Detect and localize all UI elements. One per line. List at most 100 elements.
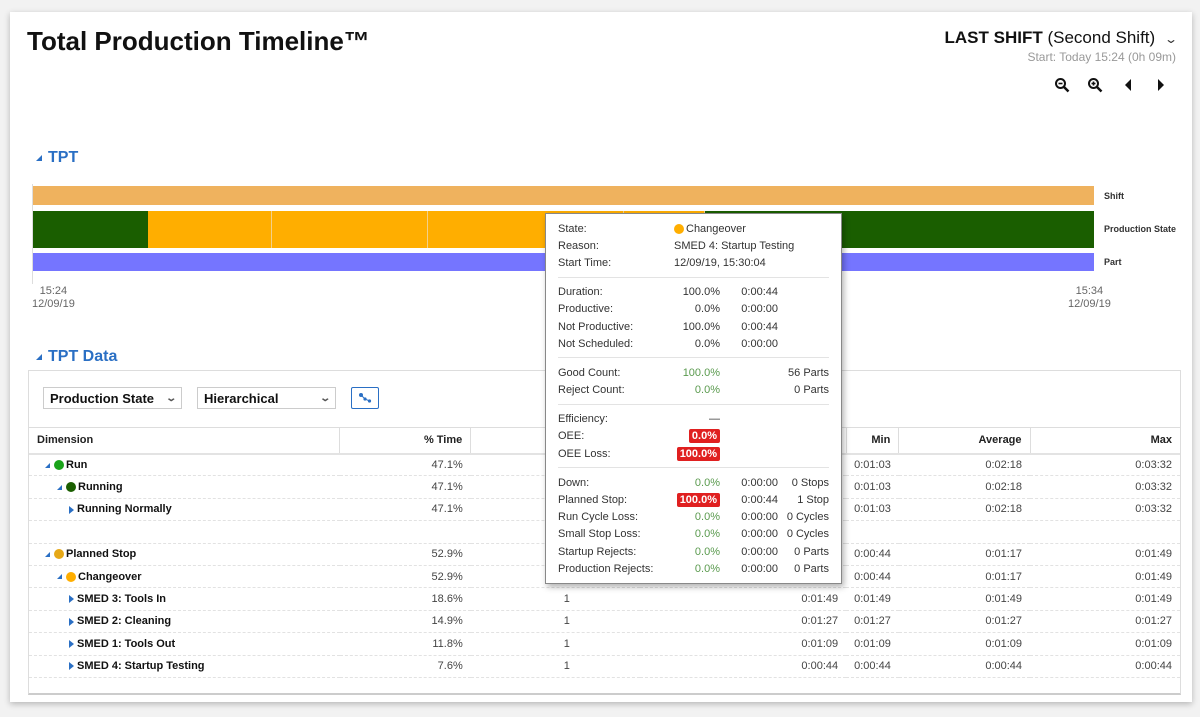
timeline-segment-changeover[interactable] (147, 211, 272, 248)
tooltip-row-percent: 0.0% (694, 384, 720, 397)
max-cell: 0:01:49 (1030, 587, 1180, 611)
tooltip-row-label: Small Stop Loss: (558, 528, 641, 541)
dimension-cell: SMED 3: Tools In (29, 587, 340, 611)
tooltip-row-time: 0:00:44 (741, 494, 778, 507)
chevron-down-icon: ⌄ (318, 392, 331, 404)
pct-time-cell: 52.9% (339, 565, 471, 589)
page-title: Total Production Timeline™ (27, 26, 370, 56)
tooltip-reason-label: Reason: (558, 239, 599, 252)
shift-track-bar[interactable] (33, 186, 1094, 205)
tooltip-start-value: 12/09/19, 15:30:04 (674, 256, 766, 269)
average-cell: 0:01:09 (898, 632, 1031, 656)
column-header-pct-time[interactable]: % Time (339, 427, 472, 455)
table-row[interactable]: SMED 1: Tools Out 11.8% 1 0:01:09 0:01:09 0:0… (29, 632, 1180, 656)
table-row[interactable]: SMED 2: Cleaning 14.9% 1 0:01:27 0:01:27 0:01… (29, 610, 1180, 634)
red-badge: 0.0% (688, 429, 720, 444)
changeover-status-dot-icon (674, 223, 684, 234)
tooltip-row: Not Productive: 100.0% 0:00:44 (558, 318, 829, 335)
tooltip-row: Good Count: 100.0% 56 Parts (558, 364, 829, 381)
end-time-label: 15:34 (1075, 285, 1104, 297)
min-cell: 0:00:44 (846, 543, 899, 566)
tooltip-row-value: 0.0% (662, 429, 720, 444)
expand-triangle-icon[interactable] (57, 484, 62, 490)
pct-time-cell: 18.6% (339, 587, 471, 611)
tooltip-row-percent: 100.0% (682, 286, 720, 299)
column-header-min[interactable]: Min (846, 427, 900, 455)
dimension-select-value: Production State (50, 390, 155, 406)
timeline-segment-running[interactable] (33, 211, 148, 248)
tooltip-row: Run Cycle Loss: 0.0% 0:00:00 0 Cycles (558, 509, 829, 526)
tooltip-row-value: — (709, 413, 720, 426)
pct-time-cell: 11.8% (339, 632, 471, 656)
collapsed-triangle-icon[interactable] (69, 505, 74, 514)
tooltip-row-percent: 100.0% (662, 493, 720, 508)
tooltip-row-label: Production Rejects: (558, 562, 654, 575)
end-date-label: 12/09/19 (1068, 298, 1111, 310)
tooltip-efficiency-section: Efficiency: — OEE: 0.0% OEE Loss: 100.0% (558, 405, 829, 469)
timeline-end-tick: 15:34 12/09/19 (1068, 285, 1111, 311)
tooltip-row-label: Duration: (558, 286, 603, 299)
tpt-data-section-header[interactable]: TPT Data (36, 348, 117, 366)
status-dot-icon (54, 460, 64, 471)
expand-triangle-icon[interactable] (45, 551, 50, 557)
tooltip-row-percent: 100.0% (682, 366, 720, 379)
dimension-name: Planned Stop (66, 548, 137, 561)
table-row[interactable]: SMED 4: Startup Testing 7.6% 1 0:00:44 0:00:… (29, 655, 1180, 678)
tooltip-row: Production Rejects: 0.0% 0:00:00 0 Parts (558, 560, 829, 577)
dimension-name: SMED 3: Tools In (77, 593, 167, 606)
tooltip-row-label: Good Count: (558, 366, 621, 379)
column-header-max[interactable]: Max (1030, 427, 1180, 455)
collapsed-triangle-icon[interactable] (69, 595, 74, 604)
max-cell: 0:01:49 (1030, 543, 1180, 566)
table-cell (846, 520, 899, 544)
dimension-name: SMED 2: Cleaning (77, 615, 172, 628)
triangle-left-icon (1125, 79, 1131, 91)
mode-select[interactable]: Hierarchical ⌄ (197, 387, 336, 409)
tooltip-row-label: Planned Stop: (558, 494, 628, 507)
expand-triangle-icon[interactable] (45, 462, 50, 468)
zoom-in-button[interactable] (1086, 74, 1104, 96)
tooltip-row-time: 0:00:00 (741, 337, 778, 350)
tpt-section-header[interactable]: TPT (36, 149, 78, 167)
tooltip-row-label: Efficiency: (558, 413, 608, 426)
tooltip-identity-section: State: Changeover Reason: SMED 4: Startup … (558, 214, 829, 278)
previous-button[interactable] (1119, 74, 1137, 96)
tooltip-row-percent: 0.0% (694, 528, 720, 541)
tooltip-row-label: OEE Loss: (558, 447, 611, 460)
collapsed-triangle-icon[interactable] (69, 617, 74, 626)
table-cell (339, 520, 471, 544)
tooltip-row: OEE: 0.0% (558, 428, 829, 445)
dimension-select[interactable]: Production State ⌄ (43, 387, 182, 409)
timeline-segment-changeover[interactable] (271, 211, 428, 248)
max-cell: 0:01:49 (1030, 565, 1180, 589)
pct-time-cell: 52.9% (339, 543, 471, 566)
tooltip-row: Small Stop Loss: 0.0% 0:00:00 0 Cycles (558, 526, 829, 543)
collapsed-triangle-icon[interactable] (69, 639, 74, 648)
tooltip-row-label: Reject Count: (558, 384, 625, 397)
expand-triangle-icon[interactable] (57, 574, 62, 580)
average-cell: 0:02:18 (898, 475, 1031, 499)
start-date-label: 12/09/19 (32, 298, 75, 310)
dimension-cell: Planned Stop (29, 543, 340, 566)
min-cell: 0:01:27 (846, 610, 899, 634)
table-row[interactable]: SMED 3: Tools In 18.6% 1 0:01:49 0:01:49 0:01… (29, 587, 1180, 611)
tooltip-row-time: 0:00:00 (741, 303, 778, 316)
dimension-name: Changeover (78, 570, 142, 583)
column-header-average[interactable]: Average (898, 427, 1031, 455)
tooltip-row-count: 0 Parts (794, 562, 829, 575)
collapsed-triangle-icon[interactable] (69, 662, 74, 671)
average-cell: 0:00:44 (898, 655, 1031, 678)
hierarchy-toggle-button[interactable] (351, 387, 379, 409)
collapse-triangle-icon (36, 354, 42, 360)
pct-time-cell: 47.1% (339, 475, 471, 499)
shift-selector[interactable]: LAST SHIFT (Second Shift) ⌄ Start: Today… (945, 28, 1178, 64)
column-header-dimension[interactable]: Dimension (29, 427, 341, 455)
table-cell (898, 520, 1031, 544)
dimension-cell: SMED 4: Startup Testing (29, 655, 340, 678)
tooltip-row-count: 0 Cycles (786, 528, 829, 541)
next-button[interactable] (1152, 74, 1170, 96)
tooltip-row-count: 0 Cycles (786, 511, 829, 524)
dimension-cell: SMED 2: Cleaning (29, 610, 340, 634)
tooltip-row: Planned Stop: 100.0% 0:00:44 1 Stop (558, 491, 829, 508)
zoom-out-button[interactable] (1053, 74, 1071, 96)
